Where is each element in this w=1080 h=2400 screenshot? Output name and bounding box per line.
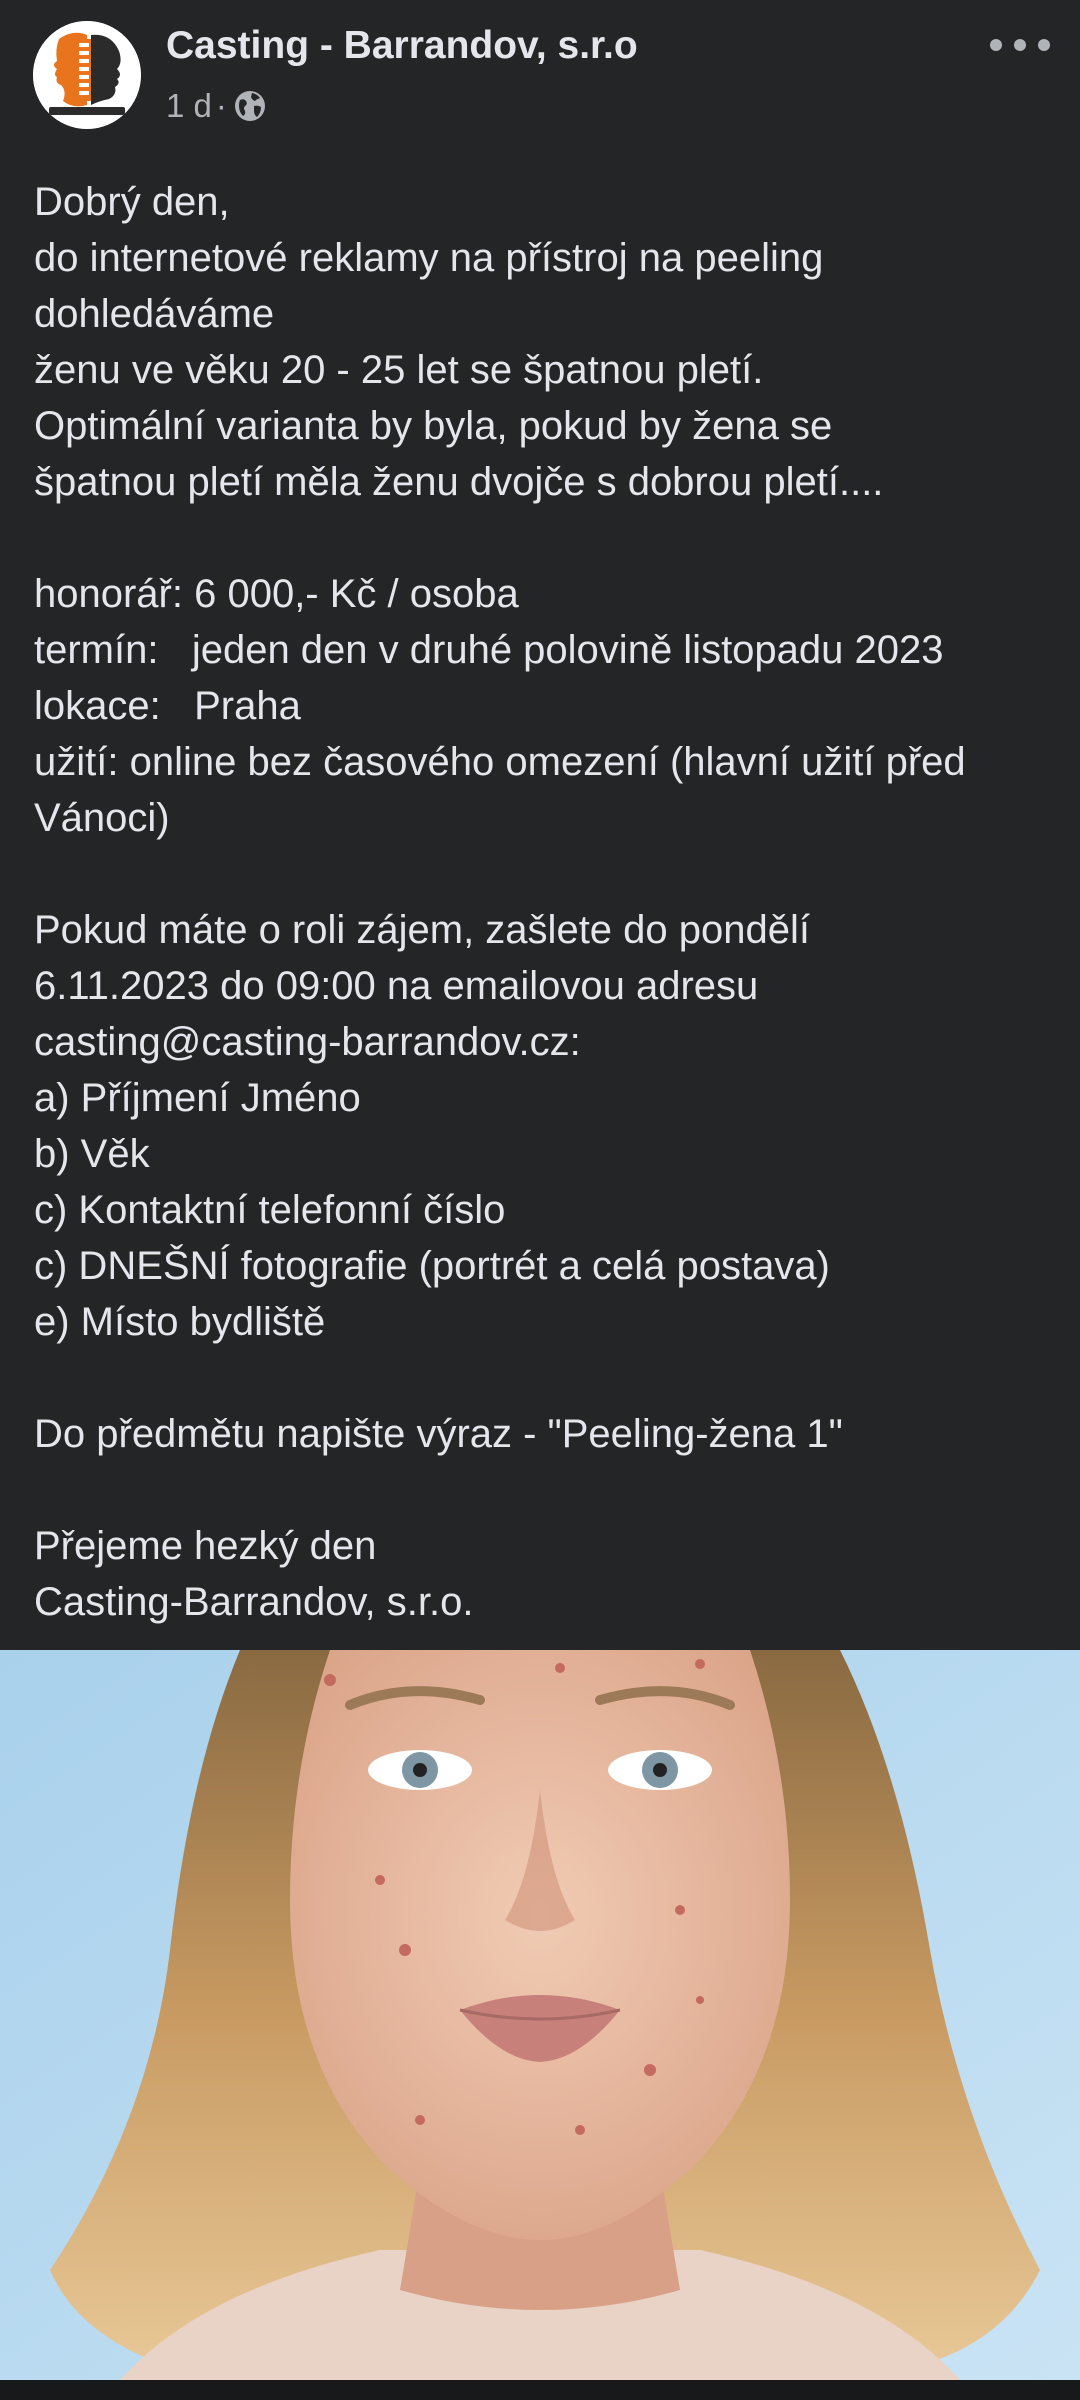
more-dot [1038, 39, 1050, 51]
paragraph-break [34, 846, 1064, 902]
more-dot [990, 39, 1002, 51]
post-text-line: honorář: 6 000,- Kč / osoba [34, 572, 519, 616]
post-text-line: termín: jeden den v druhé polovině listo… [34, 628, 944, 672]
paragraph-break [34, 510, 1064, 566]
page-avatar[interactable] [33, 21, 141, 129]
post-text-line: do internetové reklamy na přístroj na pe… [34, 236, 824, 280]
post-text-line: Pokud máte o roli zájem, zašlete do pond… [34, 908, 810, 952]
post-text-line: Dobrý den, [34, 180, 230, 224]
post-text-line: Optimální varianta by byla, pokud by žen… [34, 404, 833, 448]
post-text-line: c) DNEŠNÍ fotografie (portrét a celá pos… [34, 1244, 830, 1288]
post-text-line: užití: online bez časového omezení (hlav… [34, 740, 966, 784]
post-text-line: b) Věk [34, 1132, 150, 1176]
post-text-line: špatnou pletí měla ženu dvojče s dobrou … [34, 460, 884, 504]
globe-icon [233, 89, 267, 123]
post-text-line: c) Kontaktní telefonní číslo [34, 1188, 506, 1232]
meta-separator: · [215, 87, 227, 124]
email-link[interactable]: casting@casting-barrandov.cz: [34, 1014, 1064, 1070]
paragraph-break [34, 1350, 1064, 1406]
post-timestamp[interactable]: 1 d [166, 87, 212, 125]
post-text-line: Vánoci) [34, 796, 170, 840]
post-text-line: 6.11.2023 do 09:00 na emailovou adresu [34, 964, 759, 1008]
post-text-line: dohledáváme [34, 292, 275, 336]
post-text-line: Přejeme hezký den [34, 1524, 377, 1568]
more-options-icon[interactable] [990, 30, 1050, 60]
post-text-line: ženu ve věku 20 - 25 let se špatnou plet… [34, 348, 764, 392]
more-dot [1014, 39, 1026, 51]
post-photo[interactable] [0, 1650, 1080, 2380]
post-text-line: lokace: Praha [34, 684, 301, 728]
post-meta: 1 d · [166, 84, 267, 128]
post-text-line: a) Příjmení Jméno [34, 1076, 361, 1120]
woman-portrait-image [0, 1650, 1080, 2380]
post-divider [0, 2380, 1080, 2400]
facebook-post: Casting - Barrandov, s.r.o 1 d · Dobrý d… [0, 0, 1080, 2400]
paragraph-break [34, 1462, 1064, 1518]
post-text-line: Casting-Barrandov, s.r.o. [34, 1580, 474, 1624]
author-name[interactable]: Casting - Barrandov, s.r.o [166, 24, 638, 68]
casting-barrandov-logo-icon [33, 21, 141, 129]
post-header: Casting - Barrandov, s.r.o 1 d · [0, 0, 1080, 150]
post-text-line: e) Místo bydliště [34, 1300, 326, 1344]
post-text: Dobrý den, do internetové reklamy na pří… [34, 174, 1064, 1630]
post-text-line: Do předmětu napište výraz - "Peeling-žen… [34, 1412, 843, 1456]
